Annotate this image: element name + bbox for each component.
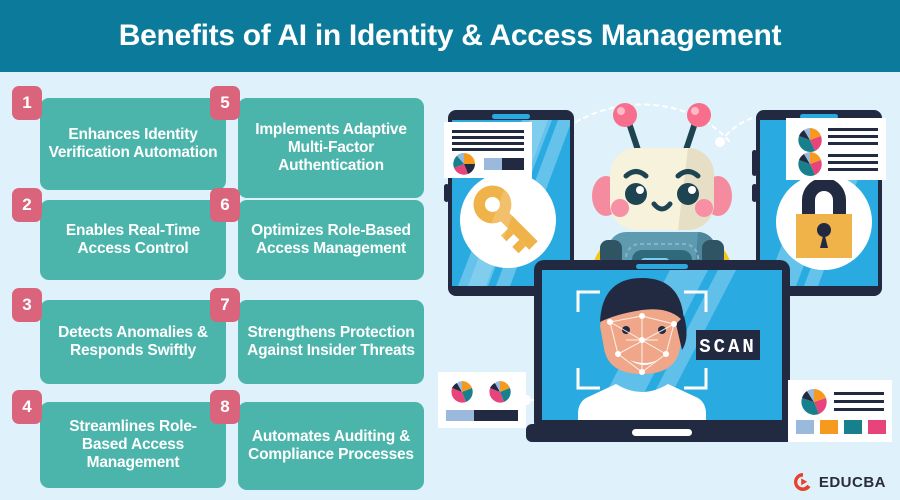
benefit-number-badge: 3 [12, 288, 42, 322]
educba-wordmark: EDUCBA [818, 473, 886, 491]
benefit-number-badge: 5 [210, 86, 240, 120]
benefit-number-badge: 1 [12, 86, 42, 120]
benefit-number-badge: 8 [210, 390, 240, 424]
laptop-face-scan: SCAN [526, 260, 798, 442]
benefit-card[interactable]: Strengthens Protection Against Insider T… [238, 300, 424, 384]
educba-play-icon [793, 473, 811, 491]
benefit-card[interactable]: Automates Auditing & Compliance Processe… [238, 402, 424, 490]
benefit-label: Optimizes Role-Based Access Management [251, 222, 411, 257]
benefit-label: Streamlines Role-Based Access Management [69, 418, 197, 471]
pie-chart-icon [801, 388, 827, 415]
benefit-label: Automates Auditing & Compliance Processe… [248, 428, 414, 463]
benefit-number-badge: 2 [12, 188, 42, 222]
benefit-card[interactable]: Enables Real-Time Access Control [40, 200, 226, 280]
benefit-card[interactable]: Streamlines Role-Based Access Management [40, 402, 226, 488]
benefit-card[interactable]: Enhances Identity Verification Automatio… [40, 98, 226, 190]
doc-card-top-left [444, 122, 532, 178]
benefit-card[interactable]: Optimizes Role-Based Access Management [238, 200, 424, 280]
illustration-panel: SCAN [430, 72, 900, 500]
benefit-card[interactable]: Detects Anomalies & Responds Swiftly [40, 300, 226, 384]
scan-label: SCAN [699, 336, 757, 358]
doc-card-bottom-left [438, 372, 526, 428]
header-banner: Benefits of AI in Identity & Access Mana… [0, 0, 900, 72]
infographic-page: Benefits of AI in Identity & Access Mana… [0, 0, 900, 500]
benefit-label: Strengthens Protection Against Insider T… [247, 324, 415, 359]
benefit-label: Enables Real-Time Access Control [65, 222, 201, 257]
benefit-label: Enhances Identity Verification Automatio… [48, 126, 218, 161]
educba-logo[interactable]: EDUCBA [793, 472, 886, 492]
benefits-list: Enhances Identity Verification Automatio… [0, 72, 430, 500]
benefit-number-badge: 6 [210, 188, 240, 222]
doc-card-bottom-right [788, 380, 892, 442]
benefit-label: Implements Adaptive Multi-Factor Authent… [255, 121, 407, 174]
benefit-number-badge: 4 [12, 390, 42, 424]
page-title: Benefits of AI in Identity & Access Mana… [118, 19, 782, 52]
benefit-label: Detects Anomalies & Responds Swiftly [58, 324, 208, 359]
benefit-card[interactable]: Implements Adaptive Multi-Factor Authent… [238, 98, 424, 198]
pie-chart-icon [453, 153, 475, 175]
benefit-number-badge: 7 [210, 288, 240, 322]
doc-card-top-right [786, 118, 886, 180]
